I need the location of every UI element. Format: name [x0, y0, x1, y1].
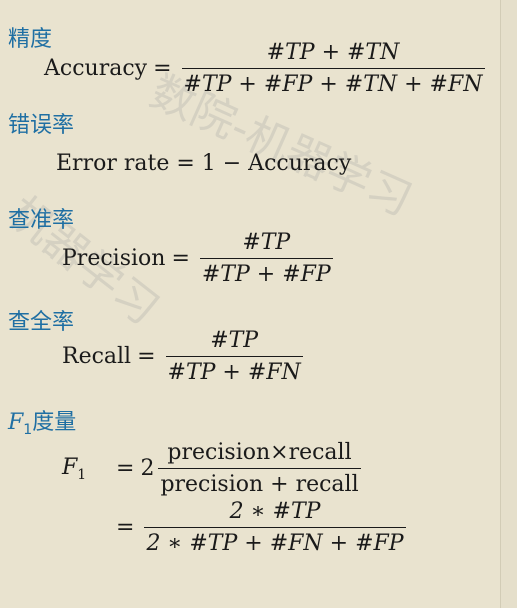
accuracy-fraction: #TP + #TN #TP + #FP + #TN + #FN — [181, 40, 485, 97]
heading-error-rate: 错误率 — [8, 113, 75, 138]
accuracy-denominator: #TP + #FP + #TN + #FN — [181, 68, 485, 97]
formula-accuracy: Accuracy = #TP + #TN #TP + #FP + #TN + #… — [44, 40, 489, 97]
equals-sign: = — [116, 456, 135, 481]
formula-f1: F1 = 2 precision×recall precision + reca… — [62, 440, 410, 556]
f1-numerator-2: 2 ∗ #TP — [229, 499, 321, 524]
heading-f1: F1度量 — [8, 404, 76, 438]
accuracy-numerator: #TP + #TN — [266, 40, 400, 65]
equals-sign: = — [171, 246, 190, 271]
error-rate-formula: Error rate = 1 − Accuracy — [56, 151, 352, 176]
f1-denominator-2: 2 ∗ #TP + #FN + #FP — [144, 527, 406, 556]
f1-lhs-var: F — [62, 454, 78, 480]
f1-fraction-1: precision×recall precision + recall — [158, 440, 361, 497]
recall-denominator: #TP + #FN — [165, 356, 303, 385]
equals-sign: = — [116, 515, 135, 540]
equals-sign: = — [137, 344, 156, 369]
recall-numerator: #TP — [210, 328, 259, 353]
equals-sign: = — [153, 56, 172, 81]
formula-precision: Precision = #TP #TP + #FP — [62, 230, 337, 287]
f1-lhs: F1 — [62, 455, 110, 483]
f1-fraction-2: 2 ∗ #TP 2 ∗ #TP + #FN + #FP — [144, 499, 406, 556]
precision-fraction: #TP #TP + #FP — [199, 230, 333, 287]
f1-heading-var: F — [8, 410, 24, 435]
accuracy-lhs: Accuracy — [44, 56, 148, 81]
precision-denominator: #TP + #FP — [199, 258, 333, 287]
f1-lhs-sub: 1 — [77, 466, 87, 483]
f1-numerator-1: precision×recall — [167, 440, 352, 465]
precision-numerator: #TP — [242, 230, 291, 255]
recall-fraction: #TP #TP + #FN — [165, 328, 303, 385]
precision-lhs: Precision — [62, 246, 166, 271]
recall-lhs: Recall — [62, 344, 132, 369]
formula-error-rate: Error rate = 1 − Accuracy — [56, 151, 351, 176]
formula-recall: Recall = #TP #TP + #FN — [62, 328, 307, 385]
f1-coefficient: 2 — [140, 456, 155, 481]
f1-heading-sub: 1 — [23, 422, 33, 438]
f1-heading-text: 度量 — [32, 410, 77, 435]
page-edge — [500, 0, 517, 608]
f1-denominator-1: precision + recall — [158, 468, 361, 497]
